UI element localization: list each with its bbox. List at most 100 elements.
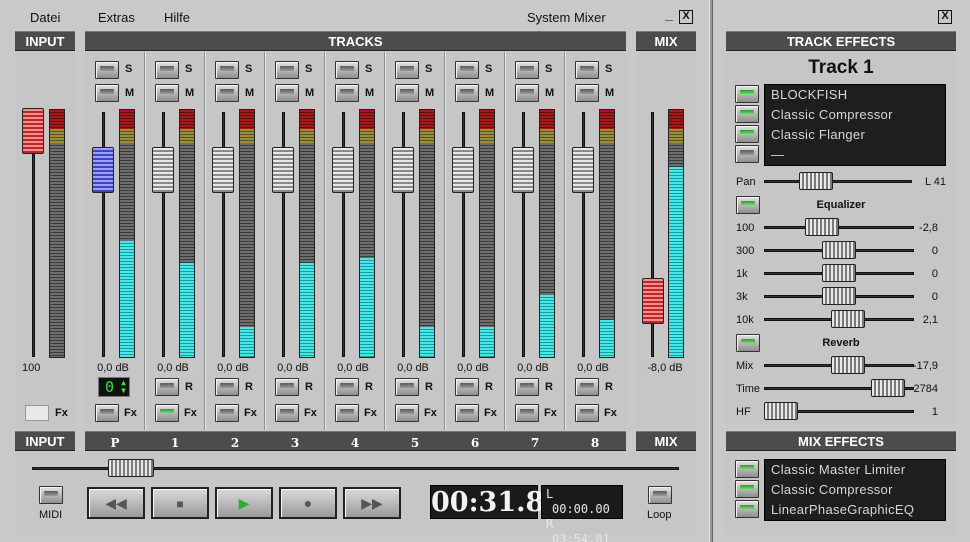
pan-slider[interactable]	[799, 172, 833, 190]
midi-button[interactable]	[39, 486, 63, 504]
mix-fader[interactable]	[642, 278, 664, 324]
track-fx-button[interactable]	[515, 404, 539, 422]
rewind-button[interactable]: ◀◀	[87, 487, 145, 519]
track-mute-button[interactable]	[95, 84, 119, 102]
meter-warn-zone	[420, 129, 434, 143]
mix-effect-toggle[interactable]	[735, 500, 759, 518]
track-record-button-led	[520, 383, 534, 388]
slider-handle[interactable]	[822, 264, 856, 282]
track-mute-button[interactable]	[575, 84, 599, 102]
track-solo-button[interactable]	[275, 61, 299, 79]
track-fader[interactable]	[272, 147, 294, 193]
slider-handle[interactable]	[764, 402, 798, 420]
track-fx-button[interactable]	[155, 404, 179, 422]
stop-button[interactable]: ■	[151, 487, 209, 519]
record-button[interactable]: ●	[279, 487, 337, 519]
slider-handle[interactable]	[822, 241, 856, 259]
track-fader[interactable]	[512, 147, 534, 193]
track-mute-button[interactable]	[215, 84, 239, 102]
track-mute-button[interactable]	[275, 84, 299, 102]
play-button[interactable]: ▶	[215, 487, 273, 519]
menu-extras[interactable]: Extras	[98, 10, 135, 25]
track-db-readout: 0,0 dB	[277, 362, 309, 374]
fast-forward-button[interactable]: ▶▶	[343, 487, 401, 519]
track-fx-label: Fx	[244, 407, 257, 419]
track-effect-toggle[interactable]	[735, 85, 759, 103]
input-fader[interactable]	[22, 108, 44, 154]
track-fx-button[interactable]	[335, 404, 359, 422]
track-effect-item[interactable]: —	[765, 145, 945, 165]
slider-handle[interactable]	[831, 310, 865, 328]
track-effect-item[interactable]: Classic Flanger	[765, 125, 945, 145]
track-effect-toggle[interactable]	[735, 145, 759, 163]
slider-handle[interactable]	[805, 218, 839, 236]
track-fx-button[interactable]	[275, 404, 299, 422]
track-record-button[interactable]	[155, 378, 179, 396]
track-solo-button[interactable]	[395, 61, 419, 79]
track-mute-button[interactable]	[515, 84, 539, 102]
track-solo-label: S	[365, 63, 373, 75]
minimize-button[interactable]: _	[662, 7, 676, 24]
track-fader[interactable]	[212, 147, 234, 193]
track-solo-button[interactable]	[515, 61, 539, 79]
track-effect-led	[740, 110, 754, 115]
track-record-button[interactable]	[575, 378, 599, 396]
track-fader[interactable]	[392, 147, 414, 193]
mix-effect-toggle[interactable]	[735, 480, 759, 498]
track-solo-button[interactable]	[575, 61, 599, 79]
track-record-button[interactable]	[215, 378, 239, 396]
track-record-button[interactable]	[335, 378, 359, 396]
track-mute-button[interactable]	[395, 84, 419, 102]
track-fx-button-led	[340, 409, 354, 414]
loop-button[interactable]	[648, 486, 672, 504]
mix-effect-item[interactable]: Classic Master Limiter	[765, 460, 945, 480]
track-solo-button[interactable]	[335, 61, 359, 79]
track-fx-button[interactable]	[395, 404, 419, 422]
menu-file[interactable]: Datei	[30, 10, 60, 25]
track-solo-button[interactable]	[215, 61, 239, 79]
mix-effect-toggle[interactable]	[735, 460, 759, 478]
input-header: INPUT	[15, 31, 75, 51]
track-record-button[interactable]	[275, 378, 299, 396]
slider-value: 2784	[913, 383, 938, 395]
track-fx-button[interactable]	[215, 404, 239, 422]
track-solo-label: S	[485, 63, 493, 75]
track-record-button[interactable]	[515, 378, 539, 396]
effects-close-button[interactable]: X	[938, 10, 952, 24]
meter-clip-zone	[240, 110, 254, 129]
track-effect-item[interactable]: Classic Compressor	[765, 105, 945, 125]
track-fader[interactable]	[92, 147, 114, 193]
track-solo-button[interactable]	[155, 61, 179, 79]
track-fx-button[interactable]	[575, 404, 599, 422]
close-button[interactable]: X	[679, 10, 693, 24]
slider-handle[interactable]	[822, 287, 856, 305]
menu-help[interactable]: Hilfe	[164, 10, 190, 25]
track-record-button[interactable]	[455, 378, 479, 396]
track-mute-button[interactable]	[335, 84, 359, 102]
stepper-arrows-icon[interactable]: ▲ ▼	[121, 379, 126, 395]
track-record-button[interactable]	[395, 378, 419, 396]
track-effect-toggle[interactable]	[735, 125, 759, 143]
track-effect-toggle[interactable]	[735, 105, 759, 123]
track-fx-button[interactable]	[95, 404, 119, 422]
track-mute-button[interactable]	[455, 84, 479, 102]
position-slider[interactable]	[108, 459, 154, 477]
track-fader[interactable]	[572, 147, 594, 193]
metronome-stepper[interactable]: 0 ▲ ▼	[98, 377, 130, 397]
slider-handle[interactable]	[871, 379, 905, 397]
track-fader[interactable]	[452, 147, 474, 193]
mix-effect-item[interactable]: Classic Compressor	[765, 480, 945, 500]
track-fader[interactable]	[152, 147, 174, 193]
track-solo-button[interactable]	[455, 61, 479, 79]
track-effect-item[interactable]: BLOCKFISH	[765, 85, 945, 105]
track-effect-led	[740, 150, 754, 155]
track-mute-button[interactable]	[155, 84, 179, 102]
track-fader[interactable]	[332, 147, 354, 193]
track-meter	[119, 109, 135, 358]
track-solo-button[interactable]	[95, 61, 119, 79]
mix-effect-item[interactable]: LinearPhaseGraphicEQ	[765, 500, 945, 520]
track-solo-label: S	[305, 63, 313, 75]
slider-handle[interactable]	[831, 356, 865, 374]
track-fx-button[interactable]	[455, 404, 479, 422]
input-fx-button[interactable]	[25, 405, 49, 421]
